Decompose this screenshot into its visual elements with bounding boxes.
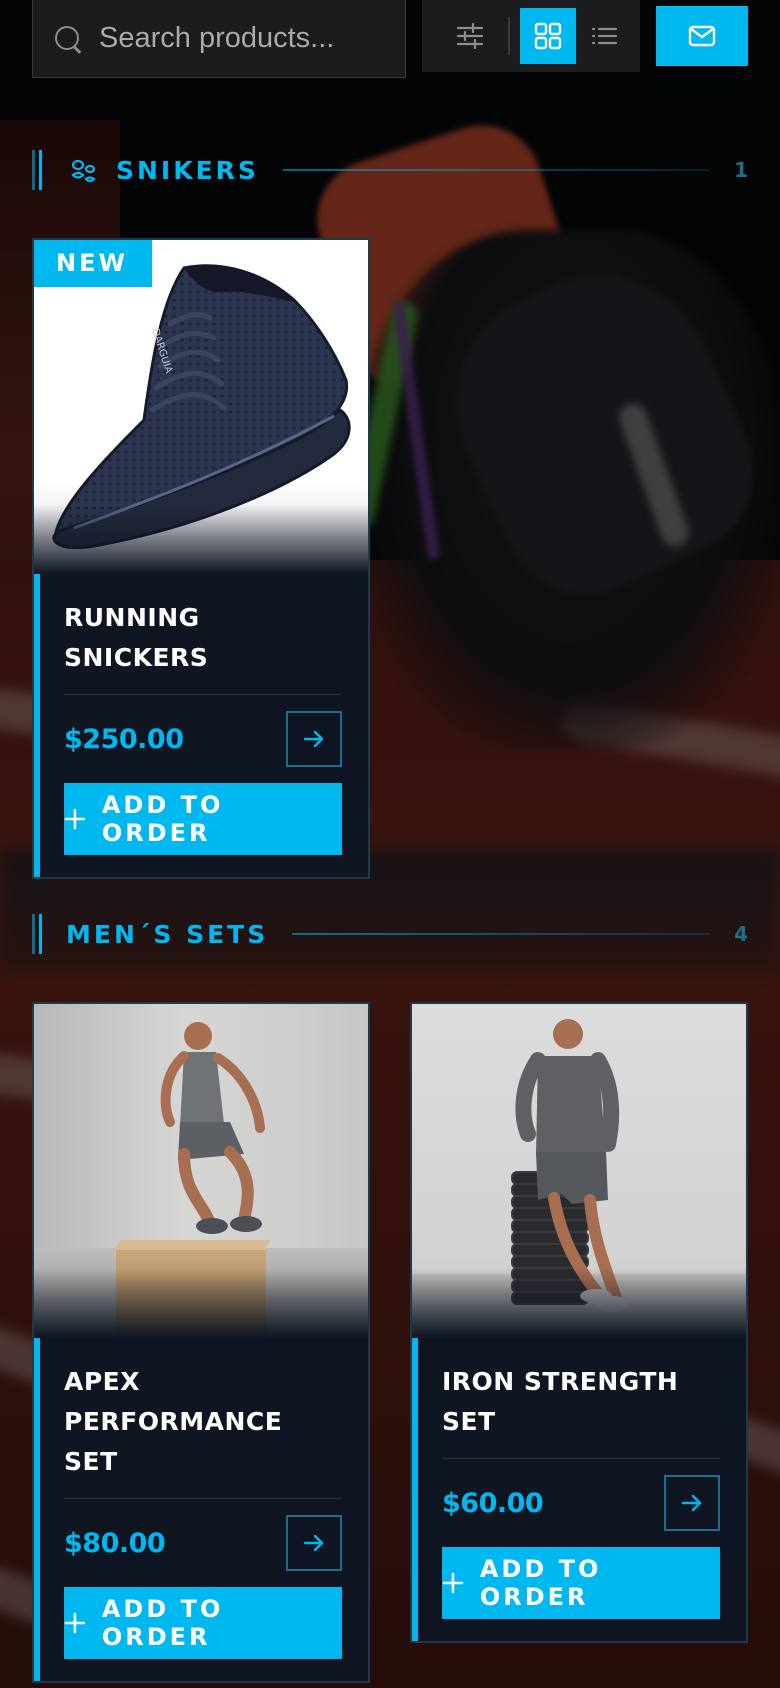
new-badge: NEW	[34, 240, 152, 287]
add-to-order-label: ADD TO ORDER	[479, 1555, 602, 1611]
section-title: SNIKERS	[116, 155, 259, 185]
product-info: IRON STRENGTH SET $60.00 ADD TO ORDER	[412, 1338, 746, 1641]
plus-icon	[442, 1572, 464, 1594]
arrow-right-icon	[303, 1534, 324, 1552]
product-name: RUNNING SNICKERS	[64, 603, 209, 672]
price-row: $80.00	[64, 1515, 342, 1571]
top-toolbar	[0, 0, 780, 80]
product-image	[412, 1004, 746, 1338]
product-divider	[64, 1498, 342, 1499]
view-product-button[interactable]	[286, 711, 342, 767]
product-divider	[64, 694, 342, 695]
add-to-order-label: ADD TO ORDER	[101, 791, 224, 847]
grid-icon	[534, 22, 562, 50]
product-image: DARGUIA NEW	[34, 240, 368, 574]
section-item-count: 4	[734, 922, 748, 946]
search-icon	[53, 24, 83, 54]
plus-icon	[64, 808, 86, 830]
product-card[interactable]: IRON STRENGTH SET $60.00 ADD TO ORDER	[410, 1002, 748, 1643]
footprints-icon	[71, 159, 96, 183]
add-to-order-button[interactable]: ADD TO ORDER	[442, 1547, 720, 1619]
list-icon	[591, 27, 618, 45]
section-item-count: 1	[734, 158, 748, 182]
section-title: MEN´S SETS	[66, 919, 269, 949]
section-header-mens-sets: MEN´S SETS 4	[32, 914, 748, 954]
arrow-right-icon	[303, 730, 324, 748]
mail-button[interactable]	[656, 6, 748, 66]
mail-icon	[688, 25, 716, 47]
product-info: RUNNING SNICKERS $250.00 ADD TO ORDER	[34, 574, 368, 877]
search-box	[32, 0, 406, 78]
section-accent-bars	[32, 914, 42, 954]
product-divider	[442, 1458, 720, 1459]
product-card[interactable]: DARGUIA NEW RUNNING SNICKERS $250.00 ADD…	[32, 238, 370, 879]
section-divider-line	[292, 933, 711, 935]
add-to-order-label: ADD TO ORDER	[101, 1595, 224, 1651]
view-product-button[interactable]	[664, 1475, 720, 1531]
arrow-right-icon	[681, 1494, 702, 1512]
plus-icon	[64, 1612, 86, 1634]
add-to-order-button[interactable]: ADD TO ORDER	[64, 783, 342, 855]
product-price: $80.00	[64, 1527, 166, 1559]
add-to-order-button[interactable]: ADD TO ORDER	[64, 1587, 342, 1659]
section-accent-bars	[32, 150, 42, 190]
product-price: $250.00	[64, 723, 184, 755]
section-header-snikers: SNIKERS 1	[32, 150, 748, 190]
view-toggle-group	[422, 0, 640, 72]
filter-button[interactable]	[442, 8, 498, 64]
sliders-icon	[456, 22, 484, 50]
product-name: APEX PERFORMANCE SET	[64, 1367, 283, 1476]
price-row: $60.00	[442, 1475, 720, 1531]
section-divider-line	[282, 169, 711, 171]
toolbar-divider	[508, 17, 510, 55]
product-image	[34, 1004, 368, 1338]
price-row: $250.00	[64, 711, 342, 767]
search-input[interactable]	[99, 22, 399, 55]
product-price: $60.00	[442, 1487, 544, 1519]
product-info: APEX PERFORMANCE SET $80.00 ADD TO ORDER	[34, 1338, 368, 1681]
view-product-button[interactable]	[286, 1515, 342, 1571]
product-card[interactable]: APEX PERFORMANCE SET $80.00 ADD TO ORDER	[32, 1002, 370, 1683]
grid-view-button[interactable]	[520, 8, 576, 64]
list-view-button[interactable]	[576, 8, 632, 64]
product-name: IRON STRENGTH SET	[442, 1367, 679, 1436]
